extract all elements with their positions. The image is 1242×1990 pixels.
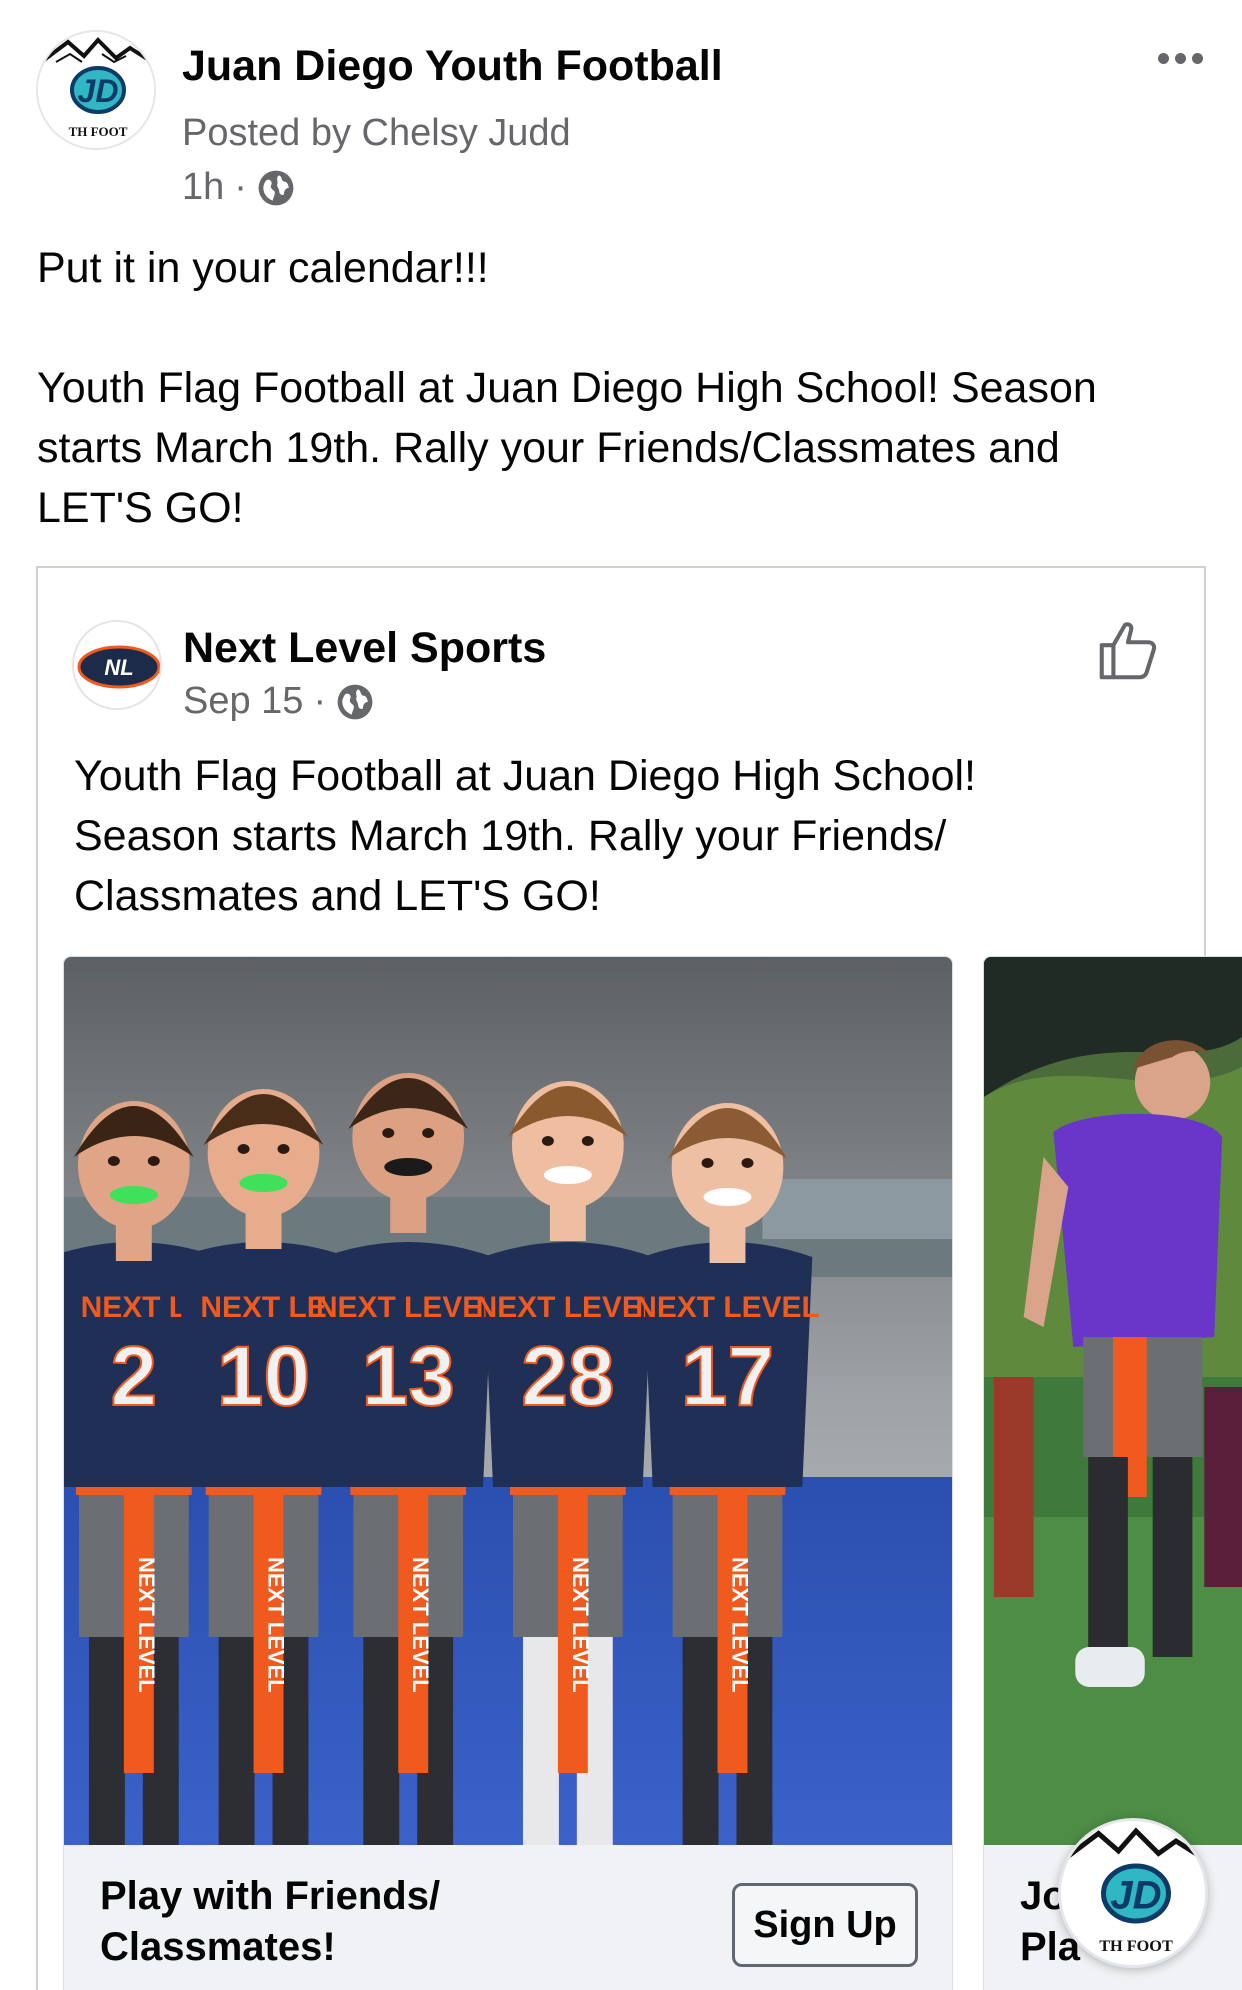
cta-line: Classmates! [100,1925,336,1969]
next-level-logo-icon: NL [74,622,160,708]
floating-page-avatar[interactable]: JD TH FOOT [1058,1818,1208,1968]
carousel-card-footer: Play with Friends/ Classmates! Sign Up [64,1845,952,1990]
post-text-line: Youth Flag Football at Juan Diego High S… [37,364,1097,412]
flag-label: NEXT LEVEL [568,1557,593,1693]
post-time[interactable]: 1h [182,166,224,209]
field-photo [984,957,1242,1845]
page-name[interactable]: Juan Diego Youth Football [182,42,723,91]
jersey-number: 28 [521,1329,614,1423]
cta-headline: Play with Friends/ Classmates! [100,1871,440,1973]
juan-diego-logo-icon: JD TH FOOT [38,32,154,148]
jersey-number: 13 [362,1329,455,1423]
globe-icon [258,170,294,205]
shared-text-line: Season starts March 19th. Rally your Fri… [74,812,947,860]
svg-text:JD: JD [78,73,119,109]
svg-text:TH FOOT: TH FOOT [1099,1937,1173,1955]
team-photo: NEXT LEVELNEXT L2NEXT LEVELNEXT LE10NEXT… [64,957,952,1845]
shared-text-line: Classmates and LET'S GO! [74,872,601,920]
post-text-line: Put it in your calendar!!! [37,244,489,292]
meta-separator: · [313,680,327,722]
shared-post-meta: Sep 15 · [183,680,374,723]
shared-post-text: Youth Flag Football at Juan Diego High S… [74,746,1174,926]
post-text-line: starts March 19th. Rally your Friends/Cl… [37,424,1060,472]
carousel-card[interactable]: NEXT LEVEL NEXT L 2 NEXT LEVEL NEXT LE 10 NEXT… [63,956,953,1990]
more-options-button[interactable] [1150,40,1210,76]
page-avatar[interactable]: JD TH FOOT [36,30,156,150]
post-text-line: LET'S GO! [37,484,244,532]
shared-post-date[interactable]: Sep 15 [183,680,303,723]
jersey-wordmark: NEXT LEVEL [316,1291,501,1324]
shared-page-avatar[interactable]: NL [72,620,162,710]
svg-text:TH FOOT: TH FOOT [69,124,128,139]
shared-page-name[interactable]: Next Level Sports [183,624,546,673]
more-dot-icon [1157,52,1169,64]
cta-line: Play with Friends/ [100,1874,441,1918]
jersey-number: 10 [217,1329,310,1423]
jersey-wordmark: NEXT L [81,1291,187,1324]
jersey-wordmark: NEXT LEVEL [476,1291,661,1324]
shared-text-line: Youth Flag Football at Juan Diego High S… [74,752,976,800]
flag-label: NEXT LEVEL [134,1557,159,1693]
svg-text:JD: JD [1110,1874,1161,1918]
post-header: JD TH FOOT Juan Diego Youth Football Pos… [0,0,1242,220]
juan-diego-logo-icon: JD TH FOOT [1061,1821,1205,1965]
sign-up-button[interactable]: Sign Up [732,1883,918,1967]
flag-label: NEXT LEVEL [264,1557,289,1693]
globe-icon [337,684,373,719]
svg-text:NL: NL [104,655,133,680]
meta-separator: · [234,166,247,208]
jersey-number: 17 [681,1329,774,1423]
jersey-wordmark: NEXT LE [200,1291,326,1324]
more-dot-icon [1174,52,1186,64]
jersey-wordmark: NEXT LEVEL [635,1291,820,1324]
jersey-number: 2 [111,1329,158,1423]
flag-label: NEXT LEVEL [728,1557,753,1693]
more-dot-icon [1191,52,1203,64]
posted-by[interactable]: Posted by Chelsy Judd [182,112,571,155]
post-body: Put it in your calendar!!! Youth Flag Fo… [37,238,1217,538]
flag-label: NEXT LEVEL [408,1557,433,1693]
like-page-button[interactable] [1093,616,1163,686]
post-meta: 1h · [182,166,295,209]
thumbs-up-icon [1099,622,1157,680]
